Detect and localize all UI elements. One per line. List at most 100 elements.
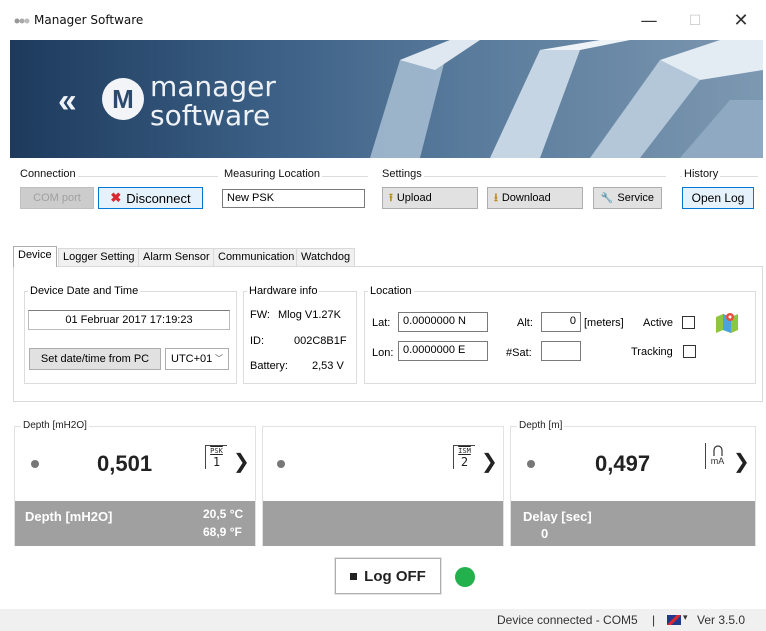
card-3-delay-value: 0 — [541, 526, 549, 541]
card-1-header: Depth [mH2O] — [21, 420, 89, 431]
measuring-location-label: Measuring Location — [222, 168, 323, 180]
com-port-button[interactable]: COM port — [20, 187, 94, 209]
timezone-value: UTC+01 — [171, 353, 213, 365]
service-icon: 🔧 — [600, 192, 614, 204]
logo-chevrons: ‹‹ — [58, 82, 77, 120]
tab-device[interactable]: Device — [13, 246, 57, 267]
status-dot-icon — [277, 460, 285, 468]
log-toggle-button[interactable]: Log OFF — [335, 558, 441, 594]
chevron-right-icon[interactable]: ❯ — [233, 449, 250, 473]
card-1-temp-f: 68,9 °F — [203, 525, 242, 539]
card-1-foot-label: Depth [mH2O] — [25, 509, 113, 524]
timezone-select[interactable]: UTC+01 ﹀ — [165, 348, 229, 370]
fw-value: Mlog V1.27K — [278, 309, 341, 321]
sensor-card-2[interactable]: ISM 2 ❯ — [262, 426, 504, 546]
sensor-num: 1 — [212, 455, 221, 469]
sensor-num: 2 — [460, 455, 469, 469]
connection-label: Connection — [18, 168, 78, 180]
language-flag-icon[interactable] — [667, 615, 681, 625]
card-1-footer: Depth [mH2O] 20,5 °C 68,9 °F — [15, 501, 255, 546]
disconnect-label: Disconnect — [126, 190, 191, 206]
datetime-label: Device Date and Time — [28, 285, 141, 297]
version-label: Ver 3.5.0 — [697, 613, 746, 627]
card-3-foot-label: Delay [sec] — [523, 509, 592, 524]
disconnect-button[interactable]: ✖ Disconnect — [98, 187, 203, 209]
battery-value: 2,53 V — [312, 360, 344, 372]
fw-label: FW: — [250, 309, 270, 321]
card-3-header: Depth [m] — [517, 420, 565, 431]
maximize-button[interactable]: ☐ — [672, 6, 718, 36]
status-separator: | — [652, 613, 656, 627]
active-checkbox[interactable] — [682, 316, 695, 329]
alt-unit: [meters] — [584, 317, 624, 329]
map-icon[interactable] — [714, 311, 740, 333]
datetime-group — [24, 291, 237, 384]
location-label: Location — [368, 285, 414, 297]
battery-label: Battery: — [250, 360, 288, 372]
sensor-card-1[interactable]: Depth [mH2O] 0,501 PSK 1 ❯ Depth [mH2O] … — [14, 420, 256, 546]
card-3-value: 0,497 — [595, 451, 651, 476]
id-value: 002C8B1F — [294, 335, 347, 347]
app-icon — [14, 18, 30, 24]
upload-icon: ⭱ — [389, 191, 393, 204]
log-status-indicator — [455, 567, 475, 587]
banner-graphic — [370, 40, 763, 158]
lat-label: Lat: — [372, 317, 391, 329]
tracking-label: Tracking — [631, 346, 673, 358]
tab-logger-setting[interactable]: Logger Setting — [58, 248, 140, 266]
close-button[interactable]: ✕ — [718, 6, 764, 36]
status-text: Device connected - COM5 — [497, 613, 638, 627]
sensor-psk-icon: PSK 1 — [205, 445, 227, 469]
chevron-down-icon[interactable]: ▾ — [683, 612, 688, 623]
lon-label: Lon: — [372, 347, 394, 359]
hardware-label: Hardware info — [247, 285, 320, 297]
upload-button[interactable]: ⭱ Upload — [382, 187, 478, 209]
chevron-right-icon[interactable]: ❯ — [733, 449, 750, 473]
id-label: ID: — [250, 335, 265, 347]
logo-text-software: software — [150, 99, 271, 132]
history-label: History — [682, 168, 721, 180]
alt-field[interactable]: 0 — [541, 312, 581, 332]
download-icon: ⭳ — [494, 191, 498, 204]
upload-label: Upload — [396, 192, 432, 204]
sat-field[interactable] — [541, 341, 581, 361]
alt-label: Alt: — [517, 317, 533, 329]
tracking-checkbox[interactable] — [683, 345, 696, 358]
tab-watchdog[interactable]: Watchdog — [296, 248, 356, 266]
minimize-button[interactable]: — — [626, 6, 672, 36]
location-group — [364, 291, 756, 384]
status-dot-icon — [527, 460, 535, 468]
logo-icon: M — [102, 78, 144, 120]
tab-communication[interactable]: Communication — [213, 248, 300, 266]
sensor-ism-icon: ISM 2 — [453, 445, 475, 469]
open-log-button[interactable]: Open Log — [682, 187, 754, 209]
download-label: Download — [501, 192, 551, 204]
measuring-location-field[interactable]: New PSK — [222, 189, 365, 208]
disconnect-icon: ✖ — [110, 190, 122, 205]
device-datetime-field[interactable]: 01 Februar 2017 17:19:23 — [28, 310, 230, 330]
sat-label: #Sat: — [506, 347, 532, 359]
lat-field[interactable]: 0.0000000 N — [398, 312, 488, 332]
stop-icon — [350, 572, 358, 580]
settings-label: Settings — [380, 168, 424, 180]
download-button[interactable]: ⭳ Download — [487, 187, 583, 209]
set-datetime-button[interactable]: Set date/time from PC — [29, 348, 161, 370]
card-3-footer: Delay [sec] 0 — [511, 501, 755, 546]
device-tab-panel: Device Date and Time 01 Februar 2017 17:… — [13, 266, 763, 402]
current-loop-icon — [712, 445, 723, 456]
service-label: Service — [617, 192, 655, 204]
chevron-right-icon[interactable]: ❯ — [481, 449, 498, 473]
card-2-footer — [263, 501, 503, 546]
sensor-card-3[interactable]: Depth [m] 0,497 mA ❯ Delay [sec] 0 — [510, 420, 756, 546]
log-toggle-label: Log OFF — [364, 567, 426, 585]
active-label: Active — [643, 317, 673, 329]
card-1-value: 0,501 — [97, 451, 153, 476]
sensor-ma-icon: mA — [705, 443, 729, 469]
service-button[interactable]: 🔧 Service — [593, 187, 662, 209]
tab-alarm-sensor[interactable]: Alarm Sensor — [138, 248, 215, 266]
window-title: Manager Software — [34, 13, 144, 27]
status-bar: Device connected - COM5 | ▾ Ver 3.5.0 — [0, 609, 766, 631]
sensor-num: mA — [710, 456, 725, 466]
card-1-temp-c: 20,5 °C — [203, 507, 244, 521]
lon-field[interactable]: 0.0000000 E — [398, 341, 488, 361]
